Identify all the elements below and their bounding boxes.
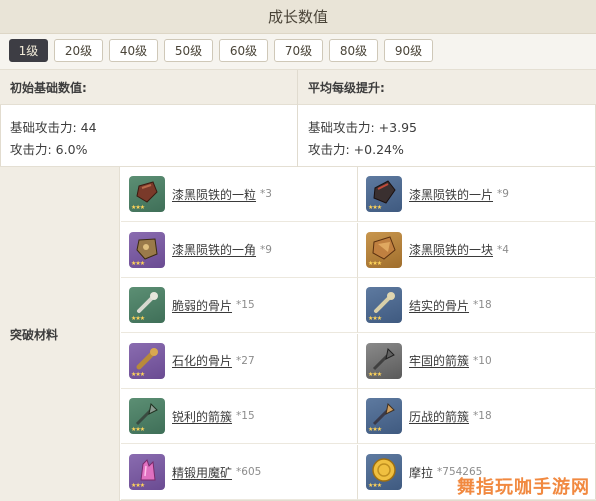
growth-atk-percent-value: 攻击力: +0.24% xyxy=(308,142,404,157)
firm-arrowhead-icon: ★★★ xyxy=(366,342,402,379)
material-item[interactable]: ★★★ 漆黑陨铁的一片 *9 xyxy=(358,167,596,222)
fragile-bone-icon: ★★★ xyxy=(129,287,165,324)
material-count: *4 xyxy=(497,243,509,256)
fossilized-bone-icon: ★★★ xyxy=(129,342,165,379)
atk-percent-value: 攻击力: 6.0% xyxy=(10,142,88,157)
material-item[interactable]: ★★★ 牢固的箭簇 *10 xyxy=(358,334,596,389)
level-tab-90[interactable]: 90级 xyxy=(384,39,433,62)
material-item[interactable]: ★★★ 漆黑陨铁的一角 *9 xyxy=(121,222,358,278)
material-item[interactable]: ★★★ 锐利的箭簇 *15 xyxy=(121,389,358,445)
level-tab-70[interactable]: 70级 xyxy=(274,39,323,62)
material-name[interactable]: 漆黑陨铁的一角 xyxy=(172,241,256,258)
material-count: *18 xyxy=(473,299,492,312)
material-item[interactable]: ★★★ 脆弱的骨片 *15 xyxy=(121,278,358,334)
material-item[interactable]: ★★★ 精锻用魔矿 *605 xyxy=(121,445,358,500)
material-count: *27 xyxy=(236,354,255,367)
material-item[interactable]: ★★★ 漆黑陨铁的一块 *4 xyxy=(358,223,596,278)
base-stats-values: 基础攻击力: 44 攻击力: 6.0% xyxy=(0,105,297,167)
material-name[interactable]: 牢固的箭簇 xyxy=(409,352,469,369)
mora-coin-icon: ★★★ xyxy=(366,454,402,490)
material-name[interactable]: 历战的箭簇 xyxy=(409,408,469,425)
material-name[interactable]: 脆弱的骨片 xyxy=(172,297,232,314)
material-name[interactable]: 漆黑陨铁的一块 xyxy=(409,241,493,258)
meteorite-shard-icon: ★★★ xyxy=(129,176,165,212)
stats-divider xyxy=(297,70,298,167)
material-item[interactable]: ★★★ 石化的骨片 *27 xyxy=(121,333,358,389)
material-count: *15 xyxy=(236,299,255,312)
meteorite-fragment-icon: ★★★ xyxy=(366,176,402,212)
sturdy-bone-icon: ★★★ xyxy=(366,287,402,324)
weathered-arrowhead-icon: ★★★ xyxy=(366,398,402,435)
material-name[interactable]: 漆黑陨铁的一片 xyxy=(409,186,493,203)
material-count: *605 xyxy=(236,466,262,478)
panel-title: 成长数值 xyxy=(0,0,596,34)
growth-stats-values: 基础攻击力: +3.95 攻击力: +0.24% xyxy=(298,105,596,167)
level-tab-40[interactable]: 40级 xyxy=(109,39,158,62)
watermark-logo: 舞指玩咖手游网 xyxy=(457,477,590,498)
material-count: *18 xyxy=(473,410,492,423)
level-tab-80[interactable]: 80级 xyxy=(329,39,378,62)
growth-stats-header: 平均每级提升: xyxy=(298,70,596,105)
meteorite-block-icon: ★★★ xyxy=(366,231,402,268)
material-item[interactable]: ★★★ 历战的箭簇 *18 xyxy=(358,389,596,445)
material-item[interactable]: ★★★ 结实的骨片 *18 xyxy=(358,278,596,334)
material-name[interactable]: 结实的骨片 xyxy=(409,297,469,314)
material-count: *9 xyxy=(497,188,509,200)
level-tab-50[interactable]: 50级 xyxy=(164,39,213,62)
material-count: *3 xyxy=(260,188,272,200)
material-count: *9 xyxy=(260,243,272,256)
material-count: *10 xyxy=(473,354,492,367)
material-name[interactable]: 漆黑陨铁的一粒 xyxy=(172,186,256,203)
mystic-ore-icon: ★★★ xyxy=(129,454,165,490)
material-count: *15 xyxy=(236,410,255,423)
meteorite-chunk-icon: ★★★ xyxy=(129,231,165,268)
material-name[interactable]: 摩拉 xyxy=(409,464,433,481)
material-item[interactable]: ★★★ 漆黑陨铁的一粒 *3 xyxy=(121,167,358,222)
base-atk-value: 基础攻击力: 44 xyxy=(10,120,97,135)
level-tab-1[interactable]: 1级 xyxy=(9,39,48,62)
material-name[interactable]: 锐利的箭簇 xyxy=(172,408,232,425)
material-name[interactable]: 石化的骨片 xyxy=(172,352,232,369)
growth-base-atk-value: 基础攻击力: +3.95 xyxy=(308,120,417,135)
level-tab-20[interactable]: 20级 xyxy=(54,39,103,62)
sharp-arrowhead-icon: ★★★ xyxy=(129,398,165,435)
materials-label: 突破材料 xyxy=(0,167,120,501)
base-stats-header: 初始基础数值: xyxy=(0,70,297,105)
level-tabs: 1级 20级 40级 50级 60级 70级 80级 90级 xyxy=(0,34,596,70)
level-tab-60[interactable]: 60级 xyxy=(219,39,268,62)
material-name[interactable]: 精锻用魔矿 xyxy=(172,464,232,481)
